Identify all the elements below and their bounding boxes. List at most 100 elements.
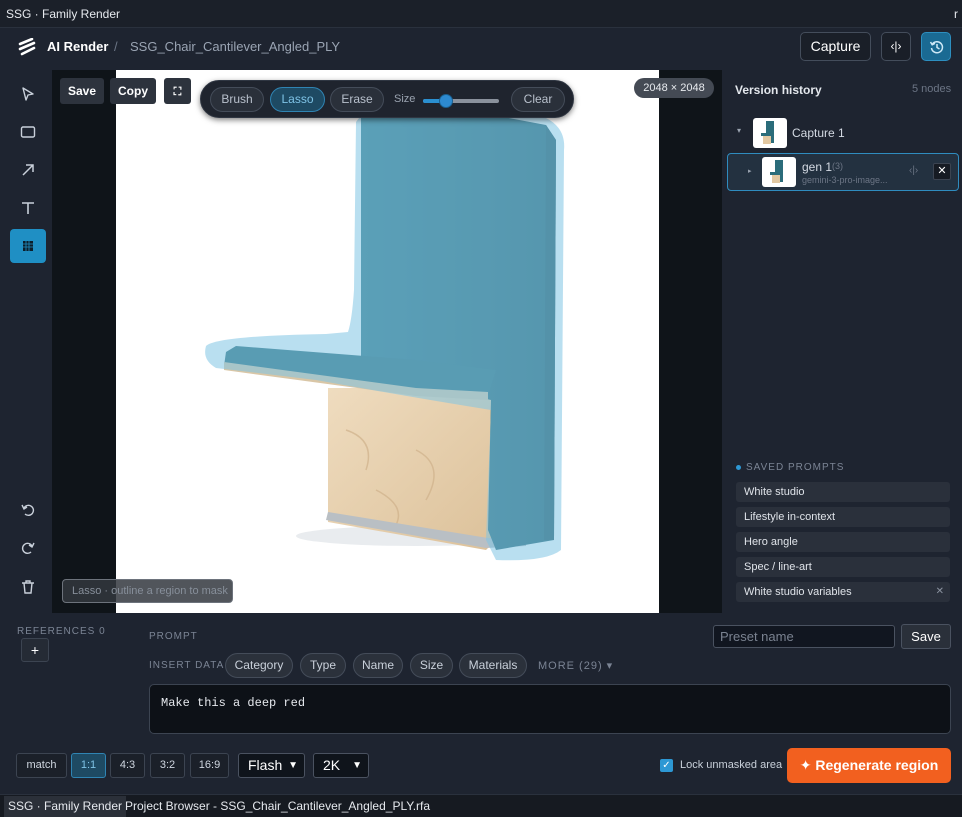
clear-mask-button[interactable]: Clear [511,87,565,112]
checkmark-icon: ✓ [662,760,671,771]
history-node-label: gen 1 [802,160,833,174]
history-icon [929,41,944,54]
trash-icon [22,580,34,594]
chevron-down-icon: ▼ [352,760,362,771]
delete-node-button[interactable]: ✕ [933,163,951,180]
collapse-caret-icon[interactable]: ▾ [737,126,741,135]
rectangle-tool[interactable] [10,115,46,149]
saved-prompt-label: White studio [744,486,805,498]
saved-prompt-label: White studio variables [744,586,852,598]
add-reference-button[interactable]: + [21,638,49,662]
window-corner-glyph: r [954,7,958,21]
saved-prompts-title: SAVED PROMPTS [746,462,845,473]
chair-thumbnail-icon [761,121,774,144]
select-tool[interactable] [10,77,46,111]
aspect-1-1-button[interactable]: 1:1 [71,753,106,778]
arrow-tool[interactable] [10,153,46,187]
references-label: REFERENCES 0 [17,626,106,637]
os-taskbar: SSG · Family Render Project Browser - SS… [0,794,962,817]
saved-prompt-item[interactable]: Spec / line-art [736,557,950,577]
insert-data-label: INSERT DATA [149,660,225,671]
capture-thumbnail [753,118,787,148]
version-history-title: Version history [735,83,822,97]
rectangle-icon [20,126,36,138]
brush-size-knob[interactable] [438,94,453,108]
app-name: AI Render [47,39,109,54]
lasso-mode-button[interactable]: Lasso [270,87,325,112]
taskbar-item-project-browser[interactable]: Project Browser - SSG_Chair_Cantilever_A… [121,796,434,817]
taskbar-item-family-render[interactable]: SSG · Family Render [4,796,127,817]
copy-image-button[interactable]: Copy [110,78,156,104]
lock-unmasked-label[interactable]: Lock unmasked area [680,759,782,771]
saved-prompt-item[interactable]: White studio variables ✕ [736,582,950,602]
section-dot-icon [736,464,741,470]
select-arrow-icon [22,87,34,101]
lock-unmasked-checkbox[interactable]: ✓ [660,759,673,772]
undo-icon [21,504,35,517]
render-image[interactable] [116,70,659,613]
image-dimensions-badge: 2048 × 2048 [634,78,714,98]
aspect-4-3-button[interactable]: 4:3 [110,753,145,778]
regenerate-region-button[interactable]: ✦ Regenerate region [787,748,951,783]
fullscreen-icon: ⛶ [173,86,182,98]
lasso-hint: Lasso · outline a region to mask [62,579,233,603]
erase-mode-button[interactable]: Erase [330,87,384,112]
text-icon [22,202,34,214]
undo-button[interactable] [10,493,46,527]
resolution-select[interactable]: 2K ▼ [313,753,369,778]
history-node-capture[interactable]: ▾ Capture 1 [735,118,955,148]
expand-caret-icon[interactable]: ▸ [748,167,752,175]
text-tool[interactable] [10,191,46,225]
insert-chip-materials[interactable]: Materials [459,653,527,678]
chair-thumbnail-icon [770,160,783,183]
saved-prompt-item[interactable]: Lifestyle in-context [736,507,950,527]
redo-icon [21,542,35,555]
insert-chip-size[interactable]: Size [410,653,453,678]
history-toggle-button[interactable] [921,32,951,61]
ai-render-app: SSG · Family Render r AI Render / SSG_Ch… [0,0,962,817]
save-image-button[interactable]: Save [60,78,104,104]
brush-size-label: Size [394,93,416,105]
save-preset-button[interactable]: Save [901,624,951,649]
capture-button[interactable]: Capture [800,32,871,61]
window-title: SSG · Family Render [6,7,121,21]
version-history-count: 5 nodes [912,83,952,95]
mask-tool[interactable] [10,229,46,263]
aspect-16-9-button[interactable]: 16:9 [190,753,229,778]
compare-icon: ‹|› [890,39,902,53]
aspect-match-button[interactable]: match [16,753,67,778]
insert-chip-type[interactable]: Type [300,653,346,678]
saved-prompt-item[interactable]: Hero angle [736,532,950,552]
fullscreen-button[interactable]: ⛶ [164,78,191,104]
preset-name-input[interactable] [713,625,895,648]
render-canvas[interactable]: Save Copy ⛶ Brush Lasso Erase Size Clear… [52,70,722,613]
model-select[interactable]: Flash ▼ [238,753,305,778]
history-node-label: Capture 1 [792,126,845,140]
insert-chip-category[interactable]: Category [225,653,293,678]
compare-node-icon[interactable]: ‹|› [909,165,918,176]
arrow-icon [22,164,34,176]
chevron-down-icon: ▼ [288,760,298,771]
compare-button[interactable]: ‹|› [881,32,911,61]
saved-prompt-item[interactable]: White studio [736,482,950,502]
history-node-gen1[interactable]: ▸ gen 1 (3) gemini-3-pro-image... ‹|› ✕ [727,153,959,191]
brush-size-slider[interactable] [423,94,499,108]
saved-prompt-label: Spec / line-art [744,561,812,573]
brush-mode-button[interactable]: Brush [210,87,264,112]
saved-prompt-label: Lifestyle in-context [744,511,836,523]
gen1-thumbnail [762,157,796,187]
delete-button[interactable] [10,570,46,604]
aspect-3-2-button[interactable]: 3:2 [150,753,185,778]
close-icon: ✕ [937,165,947,177]
app-logo-icon [18,38,36,56]
mask-toolbar: Brush Lasso Erase Size Clear [200,80,574,118]
prompt-label: PROMPT [149,631,198,642]
more-fields-button[interactable]: MORE (29) ▾ [538,659,613,672]
window-title-bar: SSG · Family Render r [0,0,962,28]
resolution-select-value: 2K [323,757,341,773]
remove-prompt-icon[interactable]: ✕ [936,582,944,602]
insert-chip-name[interactable]: Name [353,653,403,678]
document-name[interactable]: SSG_Chair_Cantilever_Angled_PLY [130,39,340,54]
redo-button[interactable] [10,531,46,565]
prompt-textarea[interactable]: Make this a deep red [149,684,951,734]
